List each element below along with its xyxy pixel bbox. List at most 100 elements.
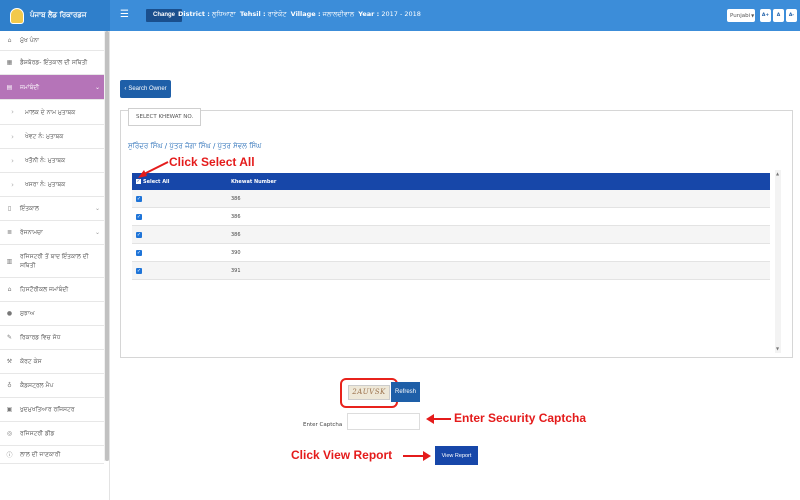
sidebar-item-label: ਹਿਸਟੌਰੀਕਲ ਜਮਾਂਬੰਦੀ [20, 286, 69, 293]
chevron-down-icon: ⌄ [94, 205, 100, 212]
view-report-arrow-icon [403, 451, 431, 461]
home-icon: ⌂ [7, 37, 12, 44]
table-row[interactable]: ✓ 390 [132, 244, 770, 262]
emblem-icon [10, 7, 24, 24]
row-checkbox[interactable]: ✓ [136, 249, 142, 256]
row-checkbox[interactable]: ✓ [136, 231, 142, 238]
sidebar-item-info[interactable]: ⓘ ਲਾਲ ਦੀ ਜਾਣਕਾਰੀ [0, 446, 104, 464]
chevron-down-icon: ⌄ [94, 229, 100, 236]
sidebar-item-label: ਡੈਸ਼ਬੋਰਡ- ਇੰਤਕਾਲ ਦੀ ਸਥਿਤੀ [20, 59, 88, 66]
table-row[interactable]: ✓ 386 [132, 226, 770, 244]
sidebar-item-by-khatoni[interactable]: › ਖਤੌਨੀ ਨੰ: ਮੁਤਾਬਕ [0, 149, 104, 173]
change-button[interactable]: Change [146, 9, 183, 22]
top-bar: ਪੰਜਾਬ ਲੈਂਡ ਰਿਕਾਰਡਜ ☰ Change District : ਲ… [0, 0, 800, 31]
sidebar-item-home[interactable]: ⌂ ਮੁੱਖ ਪੰਨਾ [0, 31, 104, 51]
captcha-arrow-icon [426, 414, 451, 424]
language-value: Punjabi [730, 13, 751, 19]
register-icon: ▣ [6, 406, 13, 413]
table-row[interactable]: ✓ 386 [132, 208, 770, 226]
sidebar-item-historical-jamabandi[interactable]: ⌂ ਹਿਸਟੌਰੀਕਲ ਜਮਾਂਬੰਦੀ [0, 278, 104, 302]
village-label: Village : [290, 10, 321, 18]
chevron-left-icon: ‹ [124, 86, 127, 92]
annotation-select-all: Click Select All [169, 155, 255, 169]
annotation-view-report: Click View Report [291, 448, 393, 462]
table-row[interactable]: ✓ 386 [132, 190, 770, 208]
chevron-right-icon: › [11, 180, 14, 189]
map-pin-icon: ♁ [7, 382, 12, 389]
info-icon: ⓘ [6, 452, 13, 459]
font-normal-button[interactable]: A [773, 9, 784, 22]
edit-icon: ✎ [6, 334, 13, 341]
chevron-down-icon: ▼ [751, 13, 755, 18]
font-decrease-button[interactable]: A- [786, 9, 797, 22]
view-report-button[interactable]: View Report [435, 446, 478, 465]
khewat-number: 386 [231, 213, 241, 220]
refresh-captcha-button[interactable]: Refresh [391, 382, 420, 402]
year-label: Year : [358, 10, 380, 18]
owners-link[interactable]: ਸੁਰਿੰਦਰ ਸਿੰਘ / ਪੁੱਤਰ ਜੋਗਾ ਸਿੰਘ / ਪੁੱਤਰ ਸ… [128, 142, 261, 151]
language-select[interactable]: Punjabi▼ [727, 9, 755, 22]
year-value: 2017 - 2018 [381, 10, 421, 18]
khewat-number-header: Khewat Number [231, 178, 277, 185]
sidebar-item-cadastral-map[interactable]: ♁ ਕੈਡਸਟ੍ਰਲ ਮੈਪ [0, 374, 104, 398]
table-row[interactable]: ✓ 391 [132, 262, 770, 280]
book-icon: ▤ [6, 83, 13, 91]
bank-icon: ⌂ [7, 286, 12, 293]
app-title: ਪੰਜਾਬ ਲੈਂਡ ਰਿਕਾਰਡਜ [30, 11, 87, 19]
row-checkbox[interactable]: ✓ [136, 195, 142, 202]
tehsil-label: Tehsil : [239, 10, 266, 18]
sidebar-item-label: ਰਜਿਸਟਰੀ ਤੋਂ ਬਾਦ ਇੰਤਕਾਲ ਦੀ ਸਥਿਤੀ [20, 253, 89, 269]
sidebar-item-label: ਕੋਰਟ ਕੇਸ [20, 358, 42, 365]
gavel-icon: ⚒ [6, 358, 13, 365]
sidebar-item-label: ਮੁੱਖ ਪੰਨਾ [20, 37, 39, 44]
khewat-table: ✓ Select All Khewat Number ✓ 386 ✓ 386 ✓… [132, 173, 770, 280]
sidebar-item-by-khasra[interactable]: › ਖਸਰਾ ਨੰ: ਮੁਤਾਬਕ [0, 173, 104, 197]
sidebar-item-label: ਖਤੌਨੀ ਨੰ: ਮੁਤਾਬਕ [25, 157, 66, 164]
row-checkbox[interactable]: ✓ [136, 213, 142, 220]
scroll-down-icon[interactable]: ▼ [776, 346, 779, 351]
sidebar-item-register[interactable]: ▣ ਖੁਦਮੁਖਤਿਆਰ ਰਜਿਸਟਰ [0, 398, 104, 422]
sidebar-item-intkal[interactable]: ▯ ਇੰਤਕਾਲ ⌄ [0, 197, 104, 221]
font-increase-button[interactable]: A+ [760, 9, 771, 22]
sidebar-item-by-owner[interactable]: › ਮਾਲਕ ਦੇ ਨਾਮ ਮੁਤਾਬਕ [0, 100, 104, 125]
dashboard-icon: ▦ [6, 59, 13, 66]
sidebar-item-registry-intkal-status[interactable]: ▥ ਰਜਿਸਟਰੀ ਤੋਂ ਬਾਦ ਇੰਤਕਾਲ ਦੀ ਸਥਿਤੀ [0, 245, 104, 278]
chevron-down-icon: ⌄ [94, 83, 100, 91]
select-khewat-tab: SELECT KHEWAT NO. [128, 108, 202, 126]
sidebar-scroll-thumb[interactable] [105, 31, 109, 461]
district-label: District : [178, 10, 210, 18]
chevron-right-icon: › [11, 108, 14, 116]
sidebar-item-label: ਰਿਕਾਰਡ ਵਿਚ ਸੋਧ [20, 334, 61, 341]
khewat-number: 391 [231, 267, 241, 274]
sidebar-item-label: ਖੁਦਮੁਖਤਿਆਰ ਰਜਿਸਟਰ [20, 406, 75, 413]
sidebar-item-jamabandi[interactable]: ▤ ਜਮਾਂਬੰਦੀ ⌄ [0, 75, 104, 100]
list-icon: ≣ [6, 229, 13, 236]
captcha-image: 2AUVSK [348, 385, 390, 400]
sidebar: ⌂ ਮੁੱਖ ਪੰਨਾ ▦ ਡੈਸ਼ਬੋਰਡ- ਇੰਤਕਾਲ ਦੀ ਸਥਿਤੀ … [0, 31, 110, 500]
sidebar-item-record-correction[interactable]: ✎ ਰਿਕਾਰਡ ਵਿਚ ਸੋਧ [0, 326, 104, 350]
scroll-up-icon[interactable]: ▲ [776, 171, 779, 176]
sidebar-item-label: ਮਾਲਕ ਦੇ ਨਾਮ ਮੁਤਾਬਕ [25, 108, 76, 116]
building-icon: ▥ [6, 257, 13, 265]
sidebar-item-label: ਇੰਤਕਾਲ [20, 205, 39, 212]
search-owner-button[interactable]: ‹ Search Owner [120, 80, 171, 98]
row-checkbox[interactable]: ✓ [136, 267, 142, 274]
select-all-arrow-icon [138, 161, 169, 178]
sidebar-item-roznamcha[interactable]: ≣ ਰੋਜਨਾਮਚਾ ⌄ [0, 221, 104, 245]
captcha-input[interactable] [347, 413, 420, 430]
table-header: ✓ Select All Khewat Number [132, 173, 770, 190]
brand[interactable]: ਪੰਜਾਬ ਲੈਂਡ ਰਿਕਾਰਡਜ [0, 0, 110, 31]
sidebar-item-registry-deed[interactable]: ◎ ਰਜਿਸਟਰੀ ਡੀਡ [0, 422, 104, 446]
sidebar-item-by-khewat[interactable]: › ਖੇਵਟ ਨੰ: ਮੁਤਾਬਕ [0, 125, 104, 149]
sidebar-item-label: ਸੁਝਾਅ [20, 310, 35, 317]
panel-scrollbar[interactable] [775, 170, 781, 353]
khewat-number: 386 [231, 231, 241, 238]
hamburger-icon[interactable]: ☰ [120, 9, 129, 20]
sidebar-item-label: ਰਜਿਸਟਰੀ ਡੀਡ [20, 430, 55, 437]
search-owner-label: Search Owner [128, 86, 167, 92]
sidebar-item-dashboard[interactable]: ▦ ਡੈਸ਼ਬੋਰਡ- ਇੰਤਕਾਲ ਦੀ ਸਥਿਤੀ [0, 51, 104, 75]
deed-icon: ◎ [6, 430, 13, 437]
sidebar-item-label: ਖੇਵਟ ਨੰ: ਮੁਤਾਬਕ [25, 133, 64, 140]
sidebar-item-suggestions[interactable]: ● ਸੁਝਾਅ [0, 302, 104, 326]
sidebar-item-court-case[interactable]: ⚒ ਕੋਰਟ ਕੇਸ [0, 350, 104, 374]
